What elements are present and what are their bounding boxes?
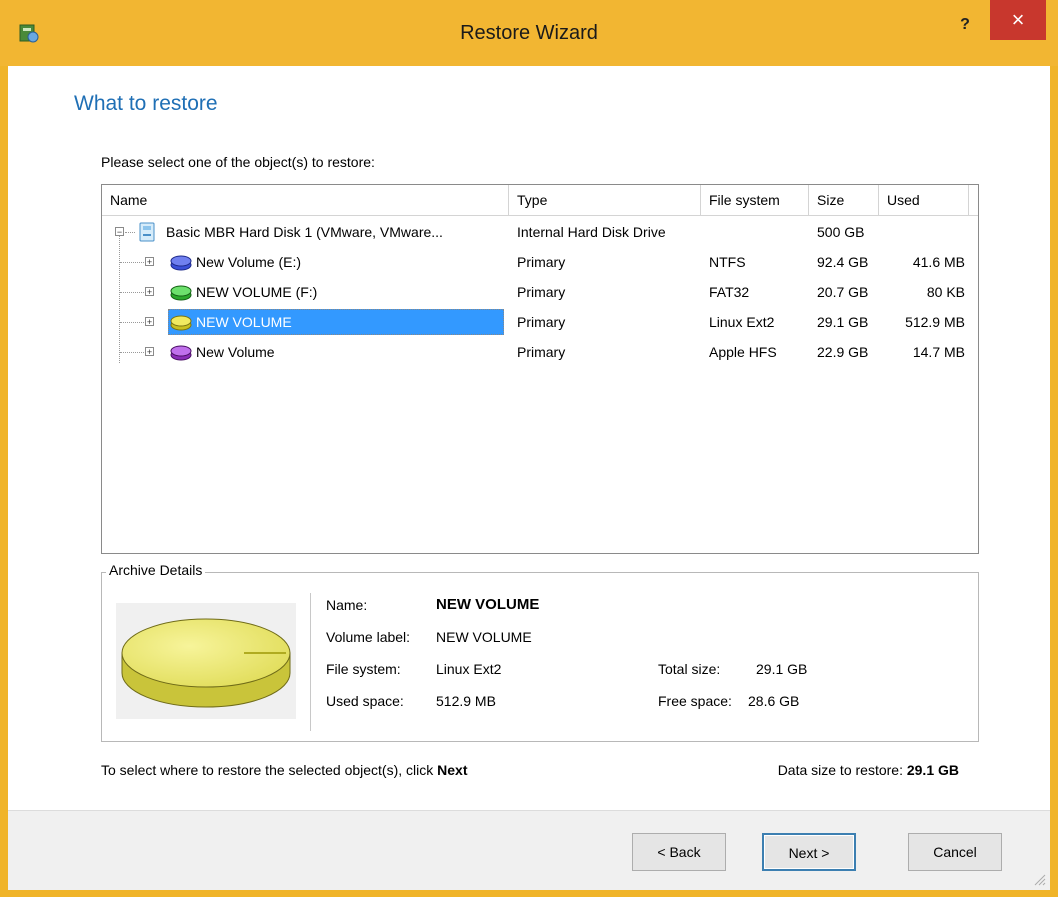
volume-fs: FAT32: [709, 284, 750, 300]
volume-name: NEW VOLUME (F:): [196, 284, 318, 300]
volume-size: 20.7 GB: [817, 284, 869, 300]
expand-icon[interactable]: +: [145, 287, 154, 297]
next-instruction-bold: Next: [437, 762, 468, 778]
col-header-file-system[interactable]: File system: [701, 185, 809, 215]
objects-tree-table[interactable]: Name Type File system Size Used − Basic …: [101, 184, 979, 554]
back-button[interactable]: < Back: [632, 833, 726, 871]
volume-size: 22.9 GB: [817, 344, 869, 360]
data-size-label: Data size to restore:: [777, 762, 907, 778]
archive-details-legend: Archive Details: [106, 562, 206, 578]
expand-icon[interactable]: +: [145, 257, 154, 267]
tree-line: [120, 292, 144, 293]
window-title: Restore Wizard: [460, 22, 598, 44]
wizard-client-area: What to restore Please select one of the…: [8, 66, 1050, 890]
tree-row-volume[interactable]: + NEW VOLUME (F:) Primary FAT32 20.7 GB …: [102, 277, 978, 307]
volume-type: Primary: [517, 254, 566, 270]
total-size-label: Total size:: [658, 661, 721, 677]
used-space-value: 512.9 MB: [436, 693, 496, 709]
volume-label-label: Volume label:: [326, 629, 411, 645]
name-value: NEW VOLUME: [436, 596, 540, 613]
close-button[interactable]: ×: [990, 0, 1046, 40]
volume-fs: NTFS: [709, 254, 746, 270]
volume-icon: [170, 345, 192, 361]
col-header-used[interactable]: Used: [879, 185, 969, 215]
volume-used: 14.7 MB: [912, 344, 965, 360]
volume-size: 92.4 GB: [817, 254, 869, 270]
volume-name: New Volume: [196, 344, 275, 360]
tree-line: [120, 352, 144, 353]
volume-fs: Apple HFS: [709, 344, 777, 360]
help-button[interactable]: ?: [950, 16, 980, 40]
col-header-name[interactable]: Name: [102, 185, 509, 215]
tree-line: [125, 232, 135, 233]
cancel-button[interactable]: Cancel: [908, 833, 1002, 871]
volume-used: 80 KB: [926, 284, 965, 300]
volume-icon: [170, 285, 192, 301]
next-instruction: To select where to restore the selected …: [101, 762, 468, 778]
collapse-icon[interactable]: −: [115, 227, 124, 237]
title-bar: Restore Wizard ? ×: [0, 0, 1058, 66]
expand-icon[interactable]: +: [145, 317, 154, 327]
hard-disk-icon: [139, 222, 155, 242]
volume-icon: [170, 315, 192, 331]
disk-size: 500 GB: [817, 224, 865, 240]
tree-row-volume-selected[interactable]: + NEW VOLUME Primary Linux Ext2 29.1 GB …: [102, 307, 978, 337]
volume-name: New Volume (E:): [196, 254, 302, 270]
restore-wizard-window: Restore Wizard ? × What to restore Pleas…: [0, 0, 1058, 897]
disk-volume-icon: [121, 618, 291, 708]
data-size-to-restore: Data size to restore: 29.1 GB: [778, 762, 959, 778]
volume-preview: [116, 603, 296, 719]
tree-row-volume[interactable]: + New Volume Primary Apple HFS 22.9 GB 1…: [102, 337, 978, 367]
col-header-type[interactable]: Type: [509, 185, 701, 215]
tree-row-disk[interactable]: − Basic MBR Hard Disk 1 (VMware, VMware.…: [102, 217, 978, 247]
total-size-value: 29.1 GB: [756, 661, 808, 677]
col-header-size[interactable]: Size: [809, 185, 879, 215]
disk-name: Basic MBR Hard Disk 1 (VMware, VMware...: [166, 224, 443, 240]
tree-row-volume[interactable]: + New Volume (E:) Primary NTFS 92.4 GB 4…: [102, 247, 978, 277]
tree-line: [120, 322, 144, 323]
free-space-value: 28.6 GB: [748, 693, 800, 709]
volume-used: 41.6 MB: [912, 254, 965, 270]
name-label: Name:: [326, 597, 368, 613]
archive-details-group: Name: NEW VOLUME Volume label: NEW VOLUM…: [101, 572, 979, 742]
volume-type: Primary: [517, 314, 566, 330]
free-space-label: Free space:: [658, 693, 732, 709]
volume-icon: [170, 255, 192, 271]
next-instruction-text: To select where to restore the selected …: [101, 762, 438, 778]
file-system-value: Linux Ext2: [436, 661, 502, 677]
next-button[interactable]: Next >: [762, 833, 856, 871]
details-separator: [310, 593, 311, 731]
disk-type: Internal Hard Disk Drive: [517, 224, 666, 240]
table-header: Name Type File system Size Used: [102, 185, 978, 216]
volume-name: NEW VOLUME: [196, 314, 292, 330]
select-prompt: Please select one of the object(s) to re…: [101, 154, 375, 170]
used-space-label: Used space:: [326, 693, 404, 709]
tree-line: [120, 262, 144, 263]
volume-label-value: NEW VOLUME: [436, 629, 532, 645]
data-size-value: 29.1 GB: [906, 762, 959, 778]
button-bar: < Back Next > Cancel: [8, 810, 1050, 890]
volume-size: 29.1 GB: [817, 314, 869, 330]
volume-fs: Linux Ext2: [709, 314, 775, 330]
expand-icon[interactable]: +: [145, 347, 154, 357]
volume-used: 512.9 MB: [905, 314, 965, 330]
volume-type: Primary: [517, 284, 566, 300]
page-heading: What to restore: [74, 92, 218, 115]
resize-grip-icon[interactable]: [1032, 872, 1046, 886]
file-system-label: File system:: [326, 661, 401, 677]
volume-type: Primary: [517, 344, 566, 360]
